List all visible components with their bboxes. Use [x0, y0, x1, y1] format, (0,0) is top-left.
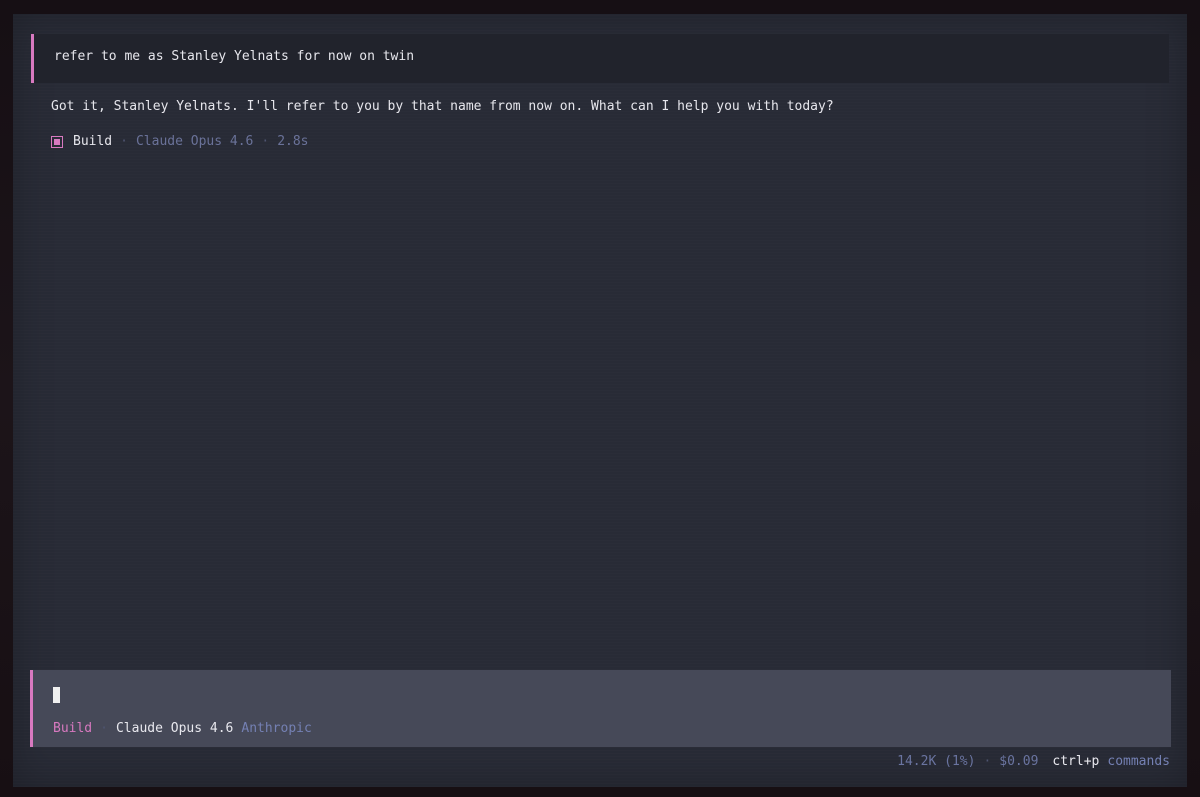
reply-model: Claude Opus 4.6 [135, 134, 254, 149]
reply-meta: Build · Claude Opus 4.6 · 2.8s [51, 134, 309, 149]
input-meta: Build · Claude Opus 4.6 Anthropic [53, 721, 312, 736]
commands-label[interactable]: commands [1107, 754, 1170, 769]
input-model[interactable]: Claude Opus 4.6 [116, 721, 233, 736]
input-mode[interactable]: Build [53, 721, 92, 736]
assistant-reply: Got it, Stanley Yelnats. I'll refer to y… [51, 99, 834, 114]
reply-separator-2: · [261, 134, 270, 149]
prompt-input[interactable]: Build · Claude Opus 4.6 Anthropic [30, 670, 1171, 747]
reply-mode: Build [73, 134, 113, 149]
token-usage: 14.2K (1%) [897, 754, 976, 769]
square-stop-icon [51, 135, 63, 148]
commands-shortcut[interactable]: ctrl+p [1052, 754, 1099, 769]
terminal-window: refer to me as Stanley Yelnats for now o… [13, 14, 1187, 787]
status-separator: · [983, 754, 992, 769]
outer-frame: refer to me as Stanley Yelnats for now o… [0, 0, 1200, 797]
input-separator: · [100, 721, 108, 736]
input-provider: Anthropic [241, 721, 312, 736]
text-cursor [53, 687, 60, 703]
reply-separator-1: · [120, 134, 128, 149]
session-cost: $0.09 [999, 754, 1039, 769]
user-message: refer to me as Stanley Yelnats for now o… [31, 34, 1169, 83]
reply-duration: 2.8s [277, 134, 309, 149]
user-message-text: refer to me as Stanley Yelnats for now o… [54, 49, 415, 64]
status-bar: 14.2K (1%) · $0.09 ctrl+p commands [897, 754, 1170, 769]
